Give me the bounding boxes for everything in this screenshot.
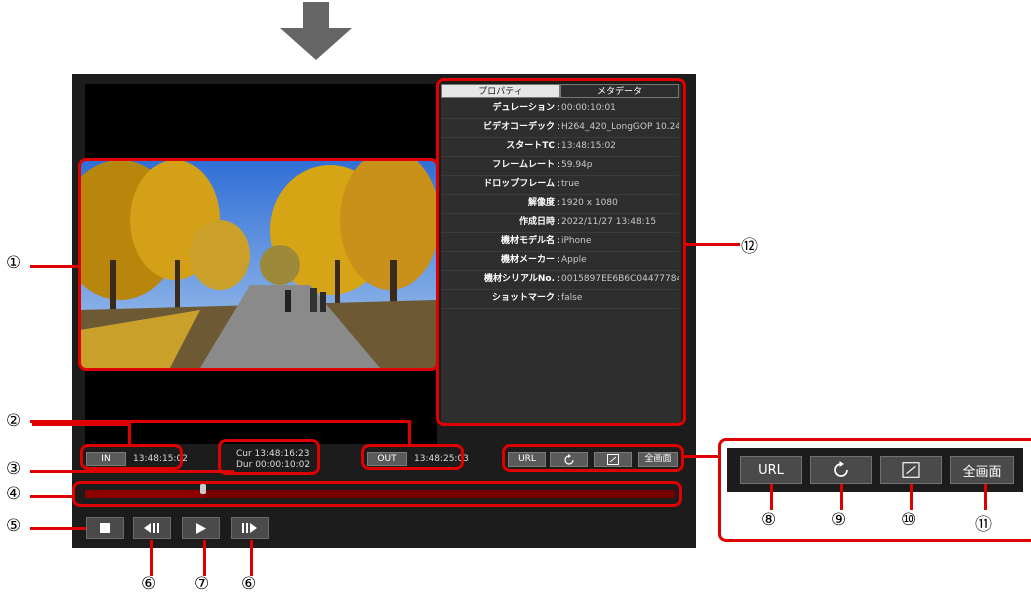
step-forward-button[interactable] <box>231 517 269 539</box>
step-back-icon <box>144 523 159 533</box>
callout-9: ⑨ <box>831 510 847 530</box>
callout-10: ⑩ <box>901 510 917 530</box>
stop-icon <box>100 523 110 533</box>
callout-6a: ⑥ <box>141 574 157 594</box>
callout-1: ① <box>6 253 22 273</box>
step-back-button[interactable] <box>133 517 171 539</box>
step-forward-icon <box>242 523 257 533</box>
callout-6b: ⑥ <box>241 574 257 594</box>
annotation-in <box>80 444 183 470</box>
callout-3: ③ <box>6 459 22 479</box>
callout-12: ⑫ <box>741 237 758 257</box>
down-arrow-icon <box>280 2 352 60</box>
callout-5: ⑤ <box>6 516 22 536</box>
annotation-toolbar <box>502 444 684 472</box>
play-icon <box>196 522 206 534</box>
stop-button[interactable] <box>86 517 124 539</box>
callout-8: ⑧ <box>761 510 777 530</box>
callout-4: ④ <box>6 484 22 504</box>
annotation-out <box>361 444 464 470</box>
annotation-properties <box>436 78 686 426</box>
callout-7: ⑦ <box>194 574 210 594</box>
annotation-seekbar <box>72 481 682 507</box>
play-button[interactable] <box>182 517 220 539</box>
annotation-video <box>78 158 439 371</box>
callout-2: ② <box>6 411 22 431</box>
callout-11: ⑪ <box>975 515 992 535</box>
